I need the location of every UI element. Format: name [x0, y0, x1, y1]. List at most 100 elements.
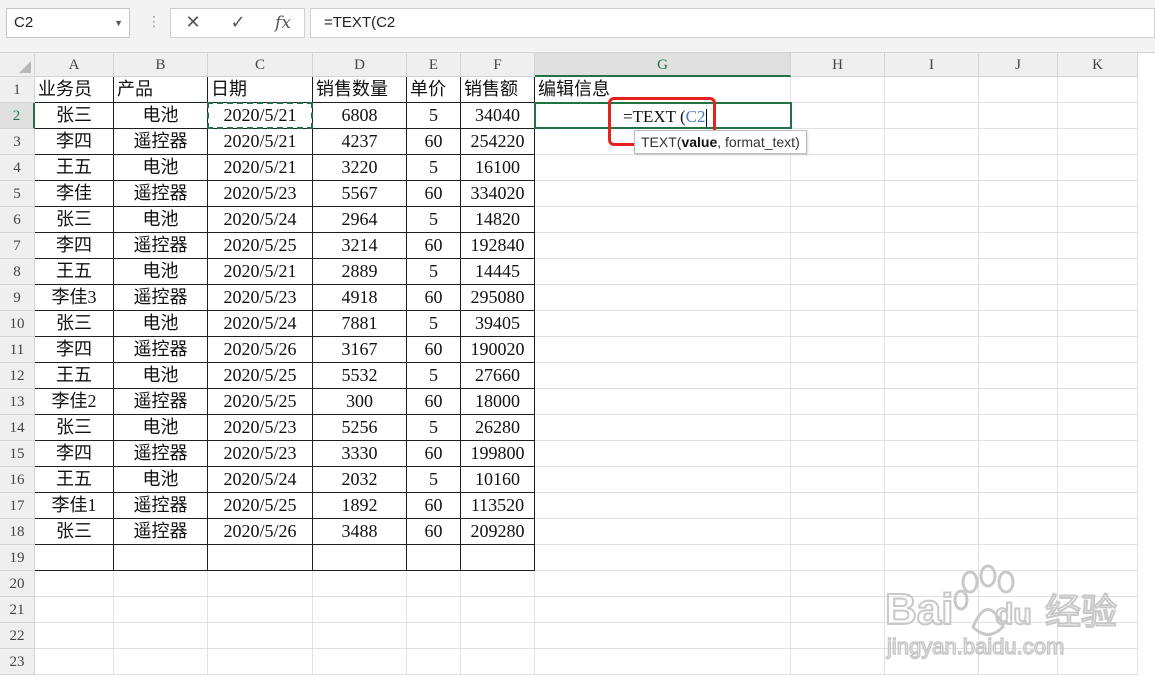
cell-b2[interactable]: 电池 — [114, 103, 208, 129]
cell-i16[interactable] — [885, 467, 979, 493]
cell-f13[interactable]: 18000 — [461, 389, 535, 415]
cell-d19[interactable] — [313, 545, 407, 571]
cancel-icon[interactable]: ✕ — [173, 9, 213, 37]
cell-e15[interactable]: 60 — [407, 441, 461, 467]
cell-j8[interactable] — [979, 259, 1058, 285]
cell-f3[interactable]: 254220 — [461, 129, 535, 155]
cell-c8[interactable]: 2020/5/21 — [208, 259, 313, 285]
cell-b5[interactable]: 遥控器 — [114, 181, 208, 207]
cell-e3[interactable]: 60 — [407, 129, 461, 155]
cell-k23[interactable] — [1058, 649, 1138, 675]
cell-k15[interactable] — [1058, 441, 1138, 467]
cell-k6[interactable] — [1058, 207, 1138, 233]
cell-h6[interactable] — [791, 207, 885, 233]
cell-h18[interactable] — [791, 519, 885, 545]
cell-d3[interactable]: 4237 — [313, 129, 407, 155]
cell-g21[interactable] — [535, 597, 791, 623]
cell-j20[interactable] — [979, 571, 1058, 597]
name-box[interactable]: C2 ▼ — [6, 8, 130, 38]
cell-i4[interactable] — [885, 155, 979, 181]
cell-d20[interactable] — [313, 571, 407, 597]
row-header-19[interactable]: 19 — [0, 545, 35, 571]
cell-e2[interactable]: 5 — [407, 103, 461, 129]
cell-f17[interactable]: 113520 — [461, 493, 535, 519]
cell-g14[interactable] — [535, 415, 791, 441]
cell-k10[interactable] — [1058, 311, 1138, 337]
drag-handle-icon[interactable]: ⋮ — [147, 14, 161, 30]
cell-e10[interactable]: 5 — [407, 311, 461, 337]
cell-b18[interactable]: 遥控器 — [114, 519, 208, 545]
column-header-e[interactable]: E — [407, 53, 461, 77]
cell-f20[interactable] — [461, 571, 535, 597]
cell-h10[interactable] — [791, 311, 885, 337]
cell-f21[interactable] — [461, 597, 535, 623]
cell-j15[interactable] — [979, 441, 1058, 467]
column-header-c[interactable]: C — [208, 53, 313, 77]
select-all-button[interactable] — [0, 53, 35, 77]
cell-g8[interactable] — [535, 259, 791, 285]
cell-g20[interactable] — [535, 571, 791, 597]
cell-c16[interactable]: 2020/5/24 — [208, 467, 313, 493]
row-header-23[interactable]: 23 — [0, 649, 35, 675]
cell-f18[interactable]: 209280 — [461, 519, 535, 545]
row-header-22[interactable]: 22 — [0, 623, 35, 649]
cell-j21[interactable] — [979, 597, 1058, 623]
cell-d12[interactable]: 5532 — [313, 363, 407, 389]
cell-g19[interactable] — [535, 545, 791, 571]
column-header-g[interactable]: G — [535, 53, 791, 77]
cell-d21[interactable] — [313, 597, 407, 623]
cell-k8[interactable] — [1058, 259, 1138, 285]
cell-e22[interactable] — [407, 623, 461, 649]
cell-c1[interactable]: 日期 — [208, 77, 313, 103]
cell-g17[interactable] — [535, 493, 791, 519]
row-header-8[interactable]: 8 — [0, 259, 35, 285]
cell-d5[interactable]: 5567 — [313, 181, 407, 207]
row-header-10[interactable]: 10 — [0, 311, 35, 337]
cell-i23[interactable] — [885, 649, 979, 675]
cell-c10[interactable]: 2020/5/24 — [208, 311, 313, 337]
cell-b12[interactable]: 电池 — [114, 363, 208, 389]
row-header-9[interactable]: 9 — [0, 285, 35, 311]
cell-c2[interactable]: 2020/5/21 — [208, 103, 313, 129]
column-header-i[interactable]: I — [885, 53, 979, 77]
cell-d16[interactable]: 2032 — [313, 467, 407, 493]
cell-b21[interactable] — [114, 597, 208, 623]
column-header-h[interactable]: H — [791, 53, 885, 77]
cell-c17[interactable]: 2020/5/25 — [208, 493, 313, 519]
cell-i13[interactable] — [885, 389, 979, 415]
cell-k22[interactable] — [1058, 623, 1138, 649]
cell-f5[interactable]: 334020 — [461, 181, 535, 207]
cell-e13[interactable]: 60 — [407, 389, 461, 415]
row-header-11[interactable]: 11 — [0, 337, 35, 363]
row-header-5[interactable]: 5 — [0, 181, 35, 207]
cell-f1[interactable]: 销售额 — [461, 77, 535, 103]
cell-c18[interactable]: 2020/5/26 — [208, 519, 313, 545]
cell-g22[interactable] — [535, 623, 791, 649]
cell-k20[interactable] — [1058, 571, 1138, 597]
cell-g4[interactable] — [535, 155, 791, 181]
cell-h11[interactable] — [791, 337, 885, 363]
cell-f22[interactable] — [461, 623, 535, 649]
row-header-17[interactable]: 17 — [0, 493, 35, 519]
cell-a21[interactable] — [35, 597, 114, 623]
cell-i2[interactable] — [885, 103, 979, 129]
cell-c21[interactable] — [208, 597, 313, 623]
cell-a17[interactable]: 李佳1 — [35, 493, 114, 519]
cell-a3[interactable]: 李四 — [35, 129, 114, 155]
cell-i9[interactable] — [885, 285, 979, 311]
cell-f23[interactable] — [461, 649, 535, 675]
cell-k14[interactable] — [1058, 415, 1138, 441]
cell-d7[interactable]: 3214 — [313, 233, 407, 259]
cell-k4[interactable] — [1058, 155, 1138, 181]
row-header-3[interactable]: 3 — [0, 129, 35, 155]
cell-j17[interactable] — [979, 493, 1058, 519]
cell-g7[interactable] — [535, 233, 791, 259]
cell-f16[interactable]: 10160 — [461, 467, 535, 493]
cell-j23[interactable] — [979, 649, 1058, 675]
cell-i21[interactable] — [885, 597, 979, 623]
cell-c19[interactable] — [208, 545, 313, 571]
cell-a7[interactable]: 李四 — [35, 233, 114, 259]
cell-b13[interactable]: 遥控器 — [114, 389, 208, 415]
cell-e23[interactable] — [407, 649, 461, 675]
cell-k2[interactable] — [1058, 103, 1138, 129]
